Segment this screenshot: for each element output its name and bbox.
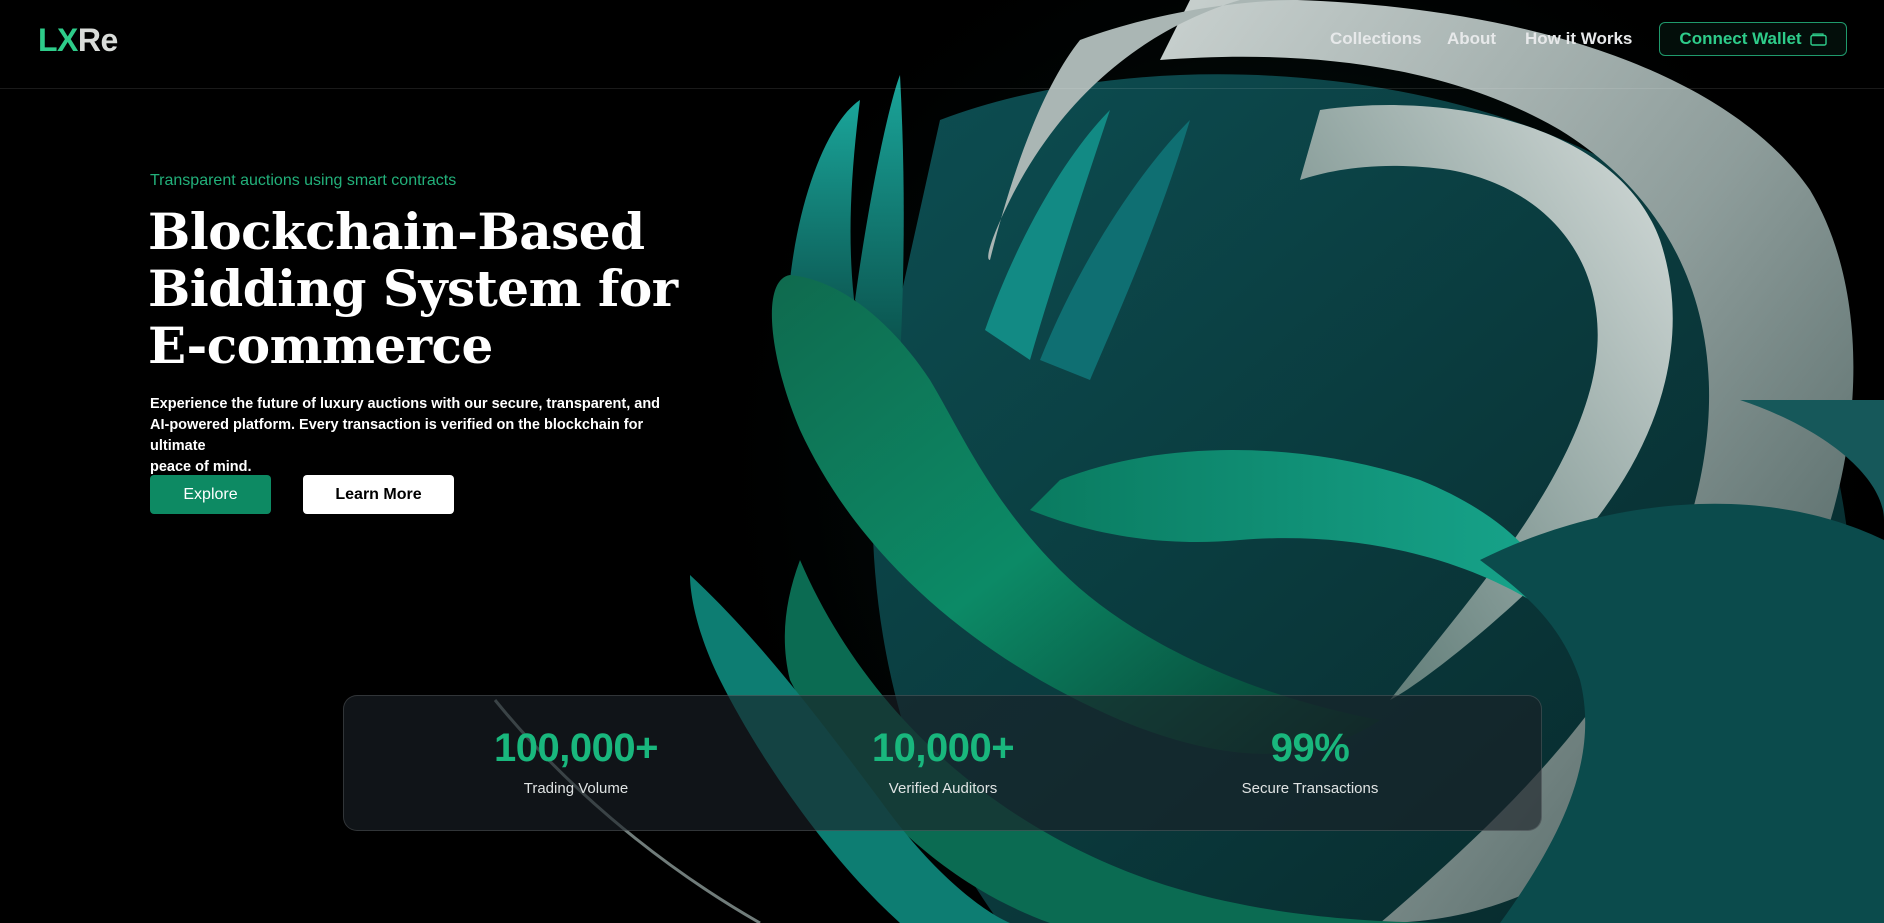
hero-description: Experience the future of luxury auctions… <box>150 394 695 478</box>
site-header: LXRe Collections About How it Works Conn… <box>0 0 1884 89</box>
nav-link-how-it-works[interactable]: How it Works <box>1525 28 1632 50</box>
stat-label: Secure Transactions <box>1241 780 1379 797</box>
hero-eyebrow: Transparent auctions using smart contrac… <box>150 172 457 189</box>
logo[interactable]: LXRe <box>38 20 118 60</box>
hero-description-line-1: Experience the future of luxury auctions… <box>150 396 661 412</box>
hero-description-line-2: AI-powered platform. Every transaction i… <box>150 417 644 454</box>
nav-link-collections[interactable]: Collections <box>1330 28 1422 50</box>
stat-secure-transactions: 99% Secure Transactions <box>1160 726 1460 798</box>
connect-wallet-button[interactable]: Connect Wallet <box>1659 22 1847 56</box>
logo-part-lx: LX <box>38 22 78 58</box>
page: LXRe Collections About How it Works Conn… <box>0 0 1884 923</box>
wallet-icon <box>1809 32 1827 46</box>
hero-title-line-2: Bidding System for <box>148 259 678 318</box>
logo-part-re: Re <box>77 22 118 58</box>
nav-link-about[interactable]: About <box>1447 28 1496 50</box>
explore-button[interactable]: Explore <box>150 475 271 514</box>
hero-description-line-3: peace of mind. <box>150 459 252 475</box>
stat-label: Verified Auditors <box>888 780 998 797</box>
stat-value: 100,000+ <box>494 726 658 770</box>
learn-more-button[interactable]: Learn More <box>303 475 454 514</box>
connect-wallet-label: Connect Wallet <box>1679 29 1802 48</box>
stat-value: 10,000+ <box>871 726 1015 770</box>
stat-value: 99% <box>1270 726 1350 770</box>
stat-trading-volume: 100,000+ Trading Volume <box>426 726 726 798</box>
stats-panel: 100,000+ Trading Volume 10,000+ Verified… <box>343 695 1542 831</box>
hero-title-line-3: E-commerce <box>148 316 493 375</box>
stat-label: Trading Volume <box>523 780 629 797</box>
stat-verified-auditors: 10,000+ Verified Auditors <box>793 726 1093 798</box>
hero-title: Blockchain-Based Bidding System for E-co… <box>148 203 708 374</box>
hero-title-line-1: Blockchain-Based <box>148 202 645 261</box>
